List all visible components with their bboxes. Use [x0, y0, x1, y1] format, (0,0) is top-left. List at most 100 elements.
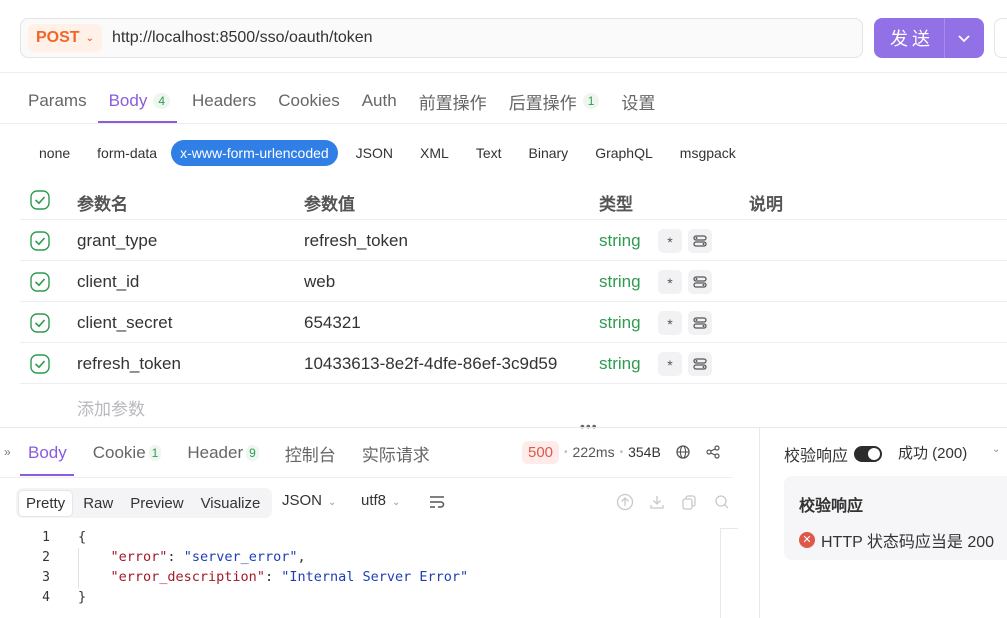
body-type-msgpack[interactable]: msgpack	[680, 145, 736, 161]
response-size: 354B	[628, 444, 661, 460]
assertion-toggle[interactable]	[854, 446, 883, 462]
resp-tab-cookie[interactable]: Cookie 1	[93, 443, 162, 463]
code-line: {	[78, 529, 86, 545]
view-raw[interactable]: Raw	[76, 491, 120, 516]
tab-badge: 1	[148, 445, 162, 461]
tab-settings[interactable]: 设置	[621, 89, 655, 114]
tab-auth[interactable]: Auth	[362, 91, 397, 111]
chevron-down-icon: ⌄	[85, 32, 94, 44]
tab-badge: 4	[153, 93, 171, 109]
url-input[interactable]: http://localhost:8500/sso/oauth/token	[112, 29, 373, 47]
required-toggle[interactable]: *	[658, 352, 682, 376]
param-value[interactable]: web	[304, 272, 335, 292]
add-param-input[interactable]: 添加参数	[77, 395, 145, 420]
send-button[interactable]: 发送	[874, 18, 984, 58]
required-toggle[interactable]: *	[658, 229, 682, 253]
tab-label: 设置	[621, 93, 656, 113]
resp-tab-console[interactable]: 控制台	[285, 441, 336, 466]
minimap	[720, 528, 738, 618]
check-all-icon[interactable]	[30, 190, 50, 210]
settings-icon[interactable]	[688, 311, 712, 335]
send-label: 发送	[890, 29, 934, 49]
resp-tab-actual-request[interactable]: 实际请求	[362, 441, 430, 466]
param-name[interactable]: client_id	[77, 272, 139, 292]
param-value[interactable]: refresh_token	[304, 231, 408, 251]
tab-cookies[interactable]: Cookies	[278, 91, 339, 111]
resp-tab-body[interactable]: Body	[28, 443, 67, 463]
checkbox-icon[interactable]	[30, 313, 50, 333]
checkbox-icon[interactable]	[30, 231, 50, 251]
line-number: 3	[42, 570, 50, 585]
body-type-selector: none form-data x-www-form-urlencoded JSO…	[28, 140, 763, 166]
body-type-form-data[interactable]: form-data	[97, 145, 157, 161]
chevron-down-icon[interactable]: ⌄	[992, 444, 1000, 455]
assertion-panel: 校验响应 成功 (200) ⌄ 校验响应 ✕ HTTP 状态码应当是 200	[759, 428, 1007, 618]
tab-badge: 1	[582, 93, 600, 109]
tab-headers[interactable]: Headers	[192, 91, 256, 111]
param-name[interactable]: client_secret	[77, 313, 172, 333]
upload-icon[interactable]	[616, 493, 634, 511]
param-name[interactable]: refresh_token	[77, 354, 181, 374]
divider	[0, 72, 1007, 73]
param-name[interactable]: grant_type	[77, 231, 157, 251]
param-type[interactable]: string	[599, 272, 641, 292]
body-type-graphql[interactable]: GraphQL	[595, 145, 653, 161]
assertion-result: 成功 (200)	[898, 445, 968, 462]
chevron-down-icon: ⌄	[392, 497, 401, 508]
body-type-none[interactable]: none	[39, 145, 70, 161]
format-select[interactable]: JSON ⌄	[282, 492, 336, 509]
required-toggle[interactable]: *	[658, 270, 682, 294]
body-type-json[interactable]: JSON	[356, 145, 393, 161]
globe-icon[interactable]	[675, 444, 691, 460]
view-pretty[interactable]: Pretty	[18, 489, 74, 517]
param-value[interactable]: 10433613-8e2f-4dfe-86ef-3c9d59	[304, 354, 557, 374]
checkbox-icon[interactable]	[30, 354, 50, 374]
tab-pre-script[interactable]: 前置操作	[419, 89, 487, 114]
share-icon[interactable]	[705, 444, 721, 460]
chevron-down-icon[interactable]	[956, 30, 972, 46]
line-number: 4	[42, 590, 50, 605]
copy-icon[interactable]	[680, 493, 698, 511]
resp-tab-header[interactable]: Header 9	[187, 443, 259, 463]
settings-icon[interactable]	[688, 229, 712, 253]
required-toggle[interactable]: *	[658, 311, 682, 335]
download-icon[interactable]	[648, 493, 666, 511]
url-bar[interactable]: POST ⌄ http://localhost:8500/sso/oauth/t…	[20, 18, 863, 58]
fail-icon: ✕	[799, 532, 815, 548]
method-label: POST	[36, 29, 80, 46]
tab-label: Auth	[361, 91, 397, 110]
tab-label: 前置操作	[418, 93, 487, 113]
search-icon[interactable]	[713, 493, 731, 511]
line-number: 2	[42, 550, 50, 565]
body-type-xml[interactable]: XML	[420, 145, 449, 161]
code-token: }	[78, 589, 87, 605]
checkbox-icon[interactable]	[30, 272, 50, 292]
encoding-select[interactable]: utf8 ⌄	[361, 492, 400, 509]
view-preview[interactable]: Preview	[123, 491, 190, 516]
view-visualize[interactable]: Visualize	[194, 491, 268, 516]
tab-post-script[interactable]: 后置操作 1	[509, 89, 600, 114]
param-value[interactable]: 654321	[304, 313, 361, 333]
body-type-text[interactable]: Text	[476, 145, 502, 161]
json-key: "error_description"	[110, 569, 265, 585]
body-type-urlencoded[interactable]: x-www-form-urlencoded	[171, 140, 338, 166]
tab-label: 后置操作	[508, 93, 577, 113]
save-button[interactable]	[994, 18, 1007, 58]
tab-body[interactable]: Body 4	[109, 91, 171, 111]
param-type[interactable]: string	[599, 354, 641, 374]
method-select[interactable]: POST ⌄	[28, 24, 102, 52]
divider	[0, 477, 733, 478]
tab-params[interactable]: Params	[28, 91, 87, 111]
tab-label: 实际请求	[361, 445, 430, 465]
json-key: "error"	[110, 549, 168, 565]
resize-handle[interactable]: •••	[580, 418, 598, 434]
body-type-binary[interactable]: Binary	[529, 145, 569, 161]
word-wrap-icon[interactable]	[428, 494, 446, 510]
collapse-icon[interactable]: »	[4, 445, 11, 459]
param-type[interactable]: string	[599, 231, 641, 251]
settings-icon[interactable]	[688, 352, 712, 376]
settings-icon[interactable]	[688, 270, 712, 294]
col-name: 参数名	[77, 195, 128, 214]
param-type[interactable]: string	[599, 313, 641, 333]
tab-label: Params	[28, 91, 87, 110]
